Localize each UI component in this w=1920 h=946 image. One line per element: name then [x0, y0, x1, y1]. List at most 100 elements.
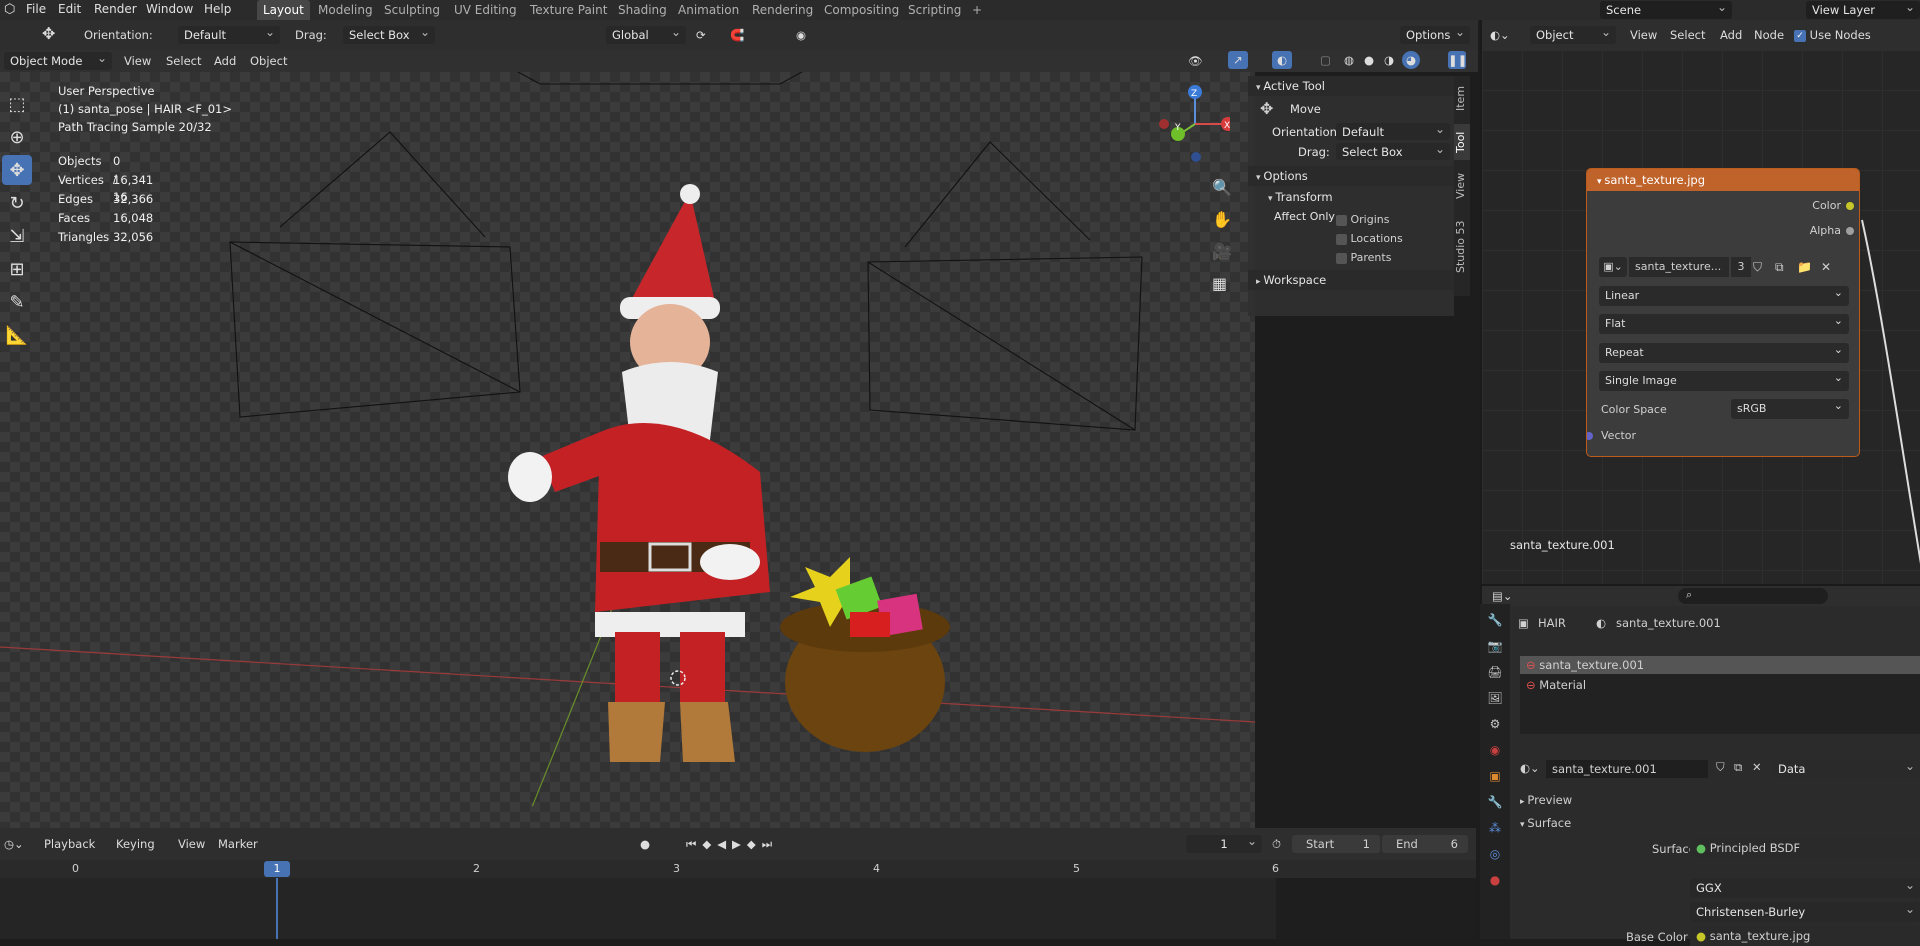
subsurface-method-dropdown[interactable]: Christensen-Burley: [1690, 899, 1920, 922]
material-duplicate-icon[interactable]: ⧉: [1734, 760, 1742, 775]
select-box-icon[interactable]: ⬚: [2, 89, 32, 119]
tab-rendering[interactable]: Rendering: [746, 0, 819, 20]
material-slot[interactable]: ⊖ Material: [1520, 676, 1920, 694]
parents-checkbox[interactable]: Parents: [1336, 248, 1403, 267]
interpolation-dropdown[interactable]: Linear: [1599, 283, 1849, 306]
view-layer-tab-icon[interactable]: 🖼: [1485, 688, 1505, 708]
visibility-icon[interactable]: 👁: [1188, 52, 1203, 70]
origins-checkbox[interactable]: Origins: [1336, 210, 1403, 229]
rotate-icon[interactable]: ↻: [2, 188, 32, 218]
color-output-socket[interactable]: [1846, 202, 1854, 210]
physics-tab-icon[interactable]: ◎: [1485, 844, 1505, 864]
3d-viewport[interactable]: User Perspective (1) santa_pose | HAIR <…: [0, 72, 1255, 828]
move-icon[interactable]: ✥: [2, 155, 32, 185]
drag-dropdown[interactable]: Select Box: [343, 23, 435, 44]
blender-logo-icon[interactable]: ⬡: [4, 2, 15, 17]
base-color-field[interactable]: ● santa_texture.jpg: [1690, 926, 1920, 946]
cursor-icon[interactable]: ⊕: [2, 122, 32, 152]
timeline-menu-playback[interactable]: Playback: [44, 835, 95, 853]
current-frame-field[interactable]: 1: [1186, 832, 1262, 853]
menu-file[interactable]: File: [26, 2, 46, 16]
world-tab-icon[interactable]: ◉: [1485, 740, 1505, 760]
move-tool-icon[interactable]: ✥: [42, 25, 55, 43]
output-tab-icon[interactable]: 🖨: [1485, 662, 1505, 682]
material-slot[interactable]: ⊖ santa_texture.001: [1520, 656, 1920, 674]
proportional-edit-icon[interactable]: ◉: [796, 26, 806, 44]
npanel-drag-dropdown[interactable]: Select Box: [1336, 140, 1450, 160]
pivot-icon[interactable]: ⟳: [696, 26, 706, 44]
tab-tool[interactable]: Tool: [1454, 124, 1470, 160]
tab-animation[interactable]: Animation: [672, 0, 745, 20]
tab-uv-editing[interactable]: UV Editing: [448, 0, 523, 20]
tab-sculpting[interactable]: Sculpting: [378, 0, 446, 20]
properties-search-input[interactable]: ⌕: [1678, 588, 1828, 604]
colorspace-dropdown[interactable]: sRGB: [1731, 396, 1849, 419]
workspace-header[interactable]: ▸ Workspace: [1248, 270, 1454, 290]
use-nodes-checkbox[interactable]: ✓ Use Nodes: [1794, 26, 1871, 44]
end-frame-field[interactable]: End 6: [1382, 835, 1468, 853]
timeline-editor-type-icon[interactable]: ◷⌄: [4, 835, 24, 853]
navigation-gizmo[interactable]: Z X Y: [1150, 82, 1235, 162]
properties-editor-type-icon[interactable]: ▤⌄: [1492, 587, 1513, 605]
modifier-tab-icon[interactable]: 🔧: [1485, 792, 1505, 812]
tab-scripting[interactable]: Scripting: [902, 0, 967, 20]
fake-user-icon[interactable]: ⛉: [1753, 257, 1762, 277]
transform-icon[interactable]: ⊞: [2, 254, 32, 284]
image-name-field[interactable]: santa_texture...: [1629, 257, 1729, 277]
tab-studio53[interactable]: Studio 53: [1454, 212, 1470, 282]
measure-icon[interactable]: 📐: [2, 320, 32, 350]
node-type-dropdown[interactable]: Object: [1530, 23, 1616, 44]
menu-edit[interactable]: Edit: [58, 2, 81, 16]
options-dropdown[interactable]: Options: [1400, 23, 1470, 44]
duplicate-icon[interactable]: ⧉: [1775, 257, 1784, 277]
surface-panel-header[interactable]: ▾ Surface: [1520, 813, 1571, 833]
stopwatch-icon[interactable]: ⏱: [1272, 835, 1281, 853]
material-tab-icon[interactable]: ●: [1485, 870, 1505, 890]
playhead-frame[interactable]: 1: [264, 861, 290, 877]
orientation-dropdown[interactable]: Default: [178, 23, 280, 44]
link-data-dropdown[interactable]: Data: [1772, 757, 1920, 778]
fake-user-shield-icon[interactable]: ⛉: [1716, 760, 1725, 775]
view-layer-field[interactable]: View Layer: [1806, 0, 1920, 19]
annotate-icon[interactable]: ✎: [2, 287, 32, 317]
wireframe-shading-icon[interactable]: ◍: [1344, 51, 1354, 69]
ortho-grid-icon[interactable]: ▦: [1212, 268, 1232, 300]
alpha-output-socket[interactable]: [1846, 227, 1854, 235]
add-workspace-button[interactable]: +: [966, 0, 988, 20]
npanel-orientation-dropdown[interactable]: Default: [1336, 120, 1450, 140]
tab-item[interactable]: Item: [1454, 80, 1470, 116]
object-tab-icon[interactable]: ▣: [1485, 766, 1505, 786]
node-menu-node[interactable]: Node: [1754, 26, 1784, 44]
node-header[interactable]: ▾ santa_texture.jpg: [1587, 169, 1859, 191]
xray-icon[interactable]: ▢: [1320, 51, 1331, 69]
pan-hand-icon[interactable]: ✋: [1212, 204, 1232, 236]
options-header[interactable]: ▾ Options: [1248, 166, 1454, 186]
vector-input-socket[interactable]: [1587, 432, 1593, 440]
menu-render[interactable]: Render: [94, 2, 137, 16]
camera-view-icon[interactable]: 🎥: [1212, 236, 1232, 268]
mode-dropdown[interactable]: Object Mode: [4, 49, 112, 70]
solid-shading-icon[interactable]: ●: [1364, 51, 1374, 69]
timeline-menu-marker[interactable]: Marker: [218, 835, 258, 853]
image-browse-icon[interactable]: ▣⌄: [1599, 257, 1627, 277]
extension-dropdown[interactable]: Repeat: [1599, 340, 1849, 363]
snap-icon[interactable]: 🧲: [730, 26, 744, 44]
gizmo-toggle-icon[interactable]: ↗: [1228, 51, 1248, 69]
viewport-menu-object[interactable]: Object: [250, 52, 287, 70]
record-icon[interactable]: ●: [640, 835, 650, 853]
viewport-menu-add[interactable]: Add: [214, 52, 236, 70]
timeline-menu-view[interactable]: View: [178, 835, 205, 853]
distribution-dropdown[interactable]: GGX: [1690, 875, 1920, 898]
active-tool-header[interactable]: ▾ Active Tool: [1248, 76, 1454, 96]
menu-window[interactable]: Window: [146, 2, 193, 16]
overlay-toggle-icon[interactable]: ◐: [1272, 51, 1292, 69]
start-frame-field[interactable]: Start 1: [1292, 835, 1380, 853]
playback-controls[interactable]: ⏮◆◀▶◆⏭: [686, 835, 778, 853]
tab-compositing[interactable]: Compositing: [818, 0, 905, 20]
timeline-menu-keying[interactable]: Keying: [116, 835, 155, 853]
surface-shader-field[interactable]: ● Principled BSDF: [1690, 838, 1920, 858]
tab-layout[interactable]: Layout: [257, 0, 310, 20]
transform-subheader[interactable]: ▾ Transform: [1248, 186, 1454, 208]
open-folder-icon[interactable]: 📁: [1797, 257, 1812, 277]
menu-help[interactable]: Help: [204, 2, 231, 16]
